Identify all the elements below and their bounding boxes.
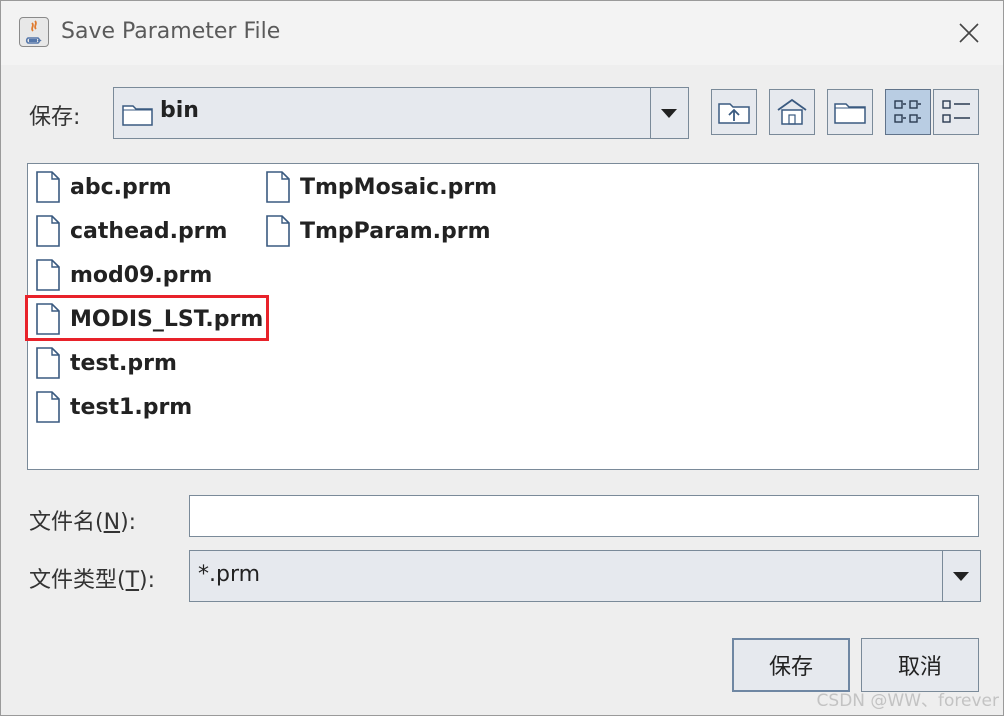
up-one-level-button[interactable] bbox=[711, 89, 757, 135]
new-folder-button[interactable] bbox=[827, 89, 873, 135]
file-icon bbox=[266, 171, 290, 203]
file-item-test1[interactable]: test1.prm bbox=[34, 388, 192, 426]
chevron-down-icon bbox=[661, 109, 677, 118]
details-view-icon bbox=[942, 100, 970, 123]
close-button[interactable] bbox=[949, 13, 989, 53]
file-item-modis-lst[interactable]: MODIS_LST.prm bbox=[34, 300, 263, 338]
save-in-value: bin bbox=[160, 98, 199, 123]
file-icon bbox=[36, 259, 60, 291]
file-item-cathead[interactable]: cathead.prm bbox=[34, 212, 227, 250]
watermark: CSDN @WW、forever bbox=[816, 691, 999, 711]
file-type-label: 文件类型(T): bbox=[29, 568, 156, 593]
file-icon bbox=[36, 303, 60, 335]
java-coffee-cup-icon bbox=[19, 17, 49, 47]
title-bar: Save Parameter File bbox=[1, 1, 1003, 65]
file-item-tmpmosaic[interactable]: TmpMosaic.prm bbox=[264, 168, 497, 206]
chevron-down-icon bbox=[953, 572, 969, 581]
file-name-label: 文件名(N): bbox=[29, 510, 137, 535]
file-name: test1.prm bbox=[70, 394, 193, 420]
save-in-label: 保存: bbox=[29, 105, 81, 130]
file-icon bbox=[36, 215, 60, 247]
file-item-test[interactable]: test.prm bbox=[34, 344, 177, 382]
file-name: mod09.prm bbox=[70, 262, 213, 288]
file-type-combobox[interactable]: *.prm bbox=[189, 550, 981, 602]
file-type-dropdown-button[interactable] bbox=[942, 551, 980, 601]
save-in-dropdown-button[interactable] bbox=[650, 88, 688, 138]
new-folder-icon bbox=[834, 103, 866, 124]
save-button[interactable]: 保存 bbox=[732, 638, 850, 692]
list-view-icon bbox=[894, 100, 921, 123]
file-name: MODIS_LST.prm bbox=[70, 306, 264, 332]
file-item-abc[interactable]: abc.prm bbox=[34, 168, 172, 206]
list-view-toggle[interactable] bbox=[885, 89, 931, 135]
home-icon bbox=[777, 98, 807, 125]
file-name: abc.prm bbox=[70, 174, 172, 200]
up-one-level-icon bbox=[718, 103, 750, 124]
close-icon bbox=[959, 23, 979, 43]
file-item-tmpparam[interactable]: TmpParam.prm bbox=[264, 212, 491, 250]
save-in-combobox[interactable]: bin bbox=[113, 87, 689, 139]
save-parameter-file-dialog: Save Parameter File 保存: bin abc.prm cath… bbox=[0, 0, 1004, 716]
file-name-input[interactable] bbox=[189, 495, 979, 537]
window-title: Save Parameter File bbox=[61, 19, 281, 44]
file-name: test.prm bbox=[70, 350, 177, 376]
file-list[interactable]: abc.prm cathead.prm mod09.prm MODIS_LST.… bbox=[27, 163, 979, 470]
file-type-value: *.prm bbox=[198, 562, 261, 587]
file-icon bbox=[36, 391, 60, 423]
file-name: cathead.prm bbox=[70, 218, 228, 244]
home-button[interactable] bbox=[769, 89, 815, 135]
file-icon bbox=[36, 171, 60, 203]
details-view-toggle[interactable] bbox=[933, 89, 979, 135]
file-icon bbox=[36, 347, 60, 379]
file-name: TmpMosaic.prm bbox=[300, 174, 498, 200]
folder-icon bbox=[122, 105, 153, 126]
cancel-button[interactable]: 取消 bbox=[861, 638, 979, 692]
file-icon bbox=[266, 215, 290, 247]
file-name: TmpParam.prm bbox=[300, 218, 491, 244]
file-item-mod09[interactable]: mod09.prm bbox=[34, 256, 212, 294]
